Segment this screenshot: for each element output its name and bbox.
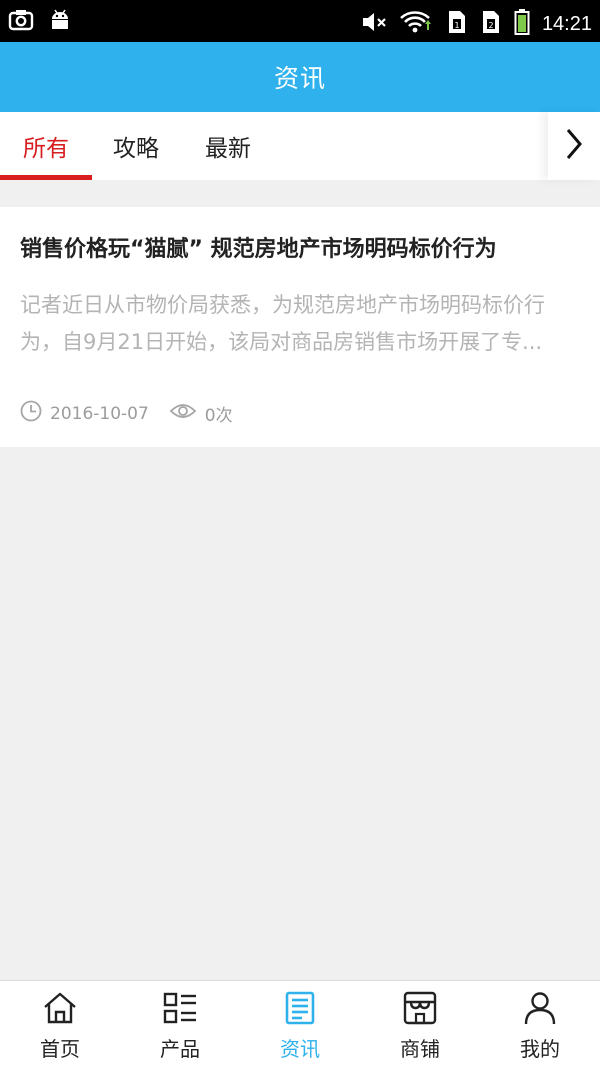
page-title: 资讯: [273, 64, 326, 93]
wifi-icon: [400, 10, 434, 38]
article-meta: 2016-10-07 0次: [20, 400, 233, 427]
news-icon: [282, 991, 318, 1029]
nav-label: 商铺: [400, 1037, 440, 1061]
article-summary: 记者近日从市物价局获悉，为规范房地产市场明码标价行为，自9月21日开始，该局对商…: [20, 293, 545, 354]
category-tabs: 所有 攻略 最新: [0, 112, 600, 180]
mute-icon: [360, 10, 388, 38]
nav-news[interactable]: 资讯: [240, 981, 360, 1067]
tab-latest[interactable]: 最新: [180, 112, 276, 180]
nav-label: 产品: [160, 1037, 200, 1061]
home-icon: [42, 991, 78, 1029]
article-date: 2016-10-07: [50, 403, 149, 424]
more-tabs-button[interactable]: [548, 112, 600, 180]
article-views: 0次: [204, 406, 233, 426]
title-bar: 资讯: [0, 42, 600, 112]
clock-icon: [20, 400, 42, 427]
nav-label: 资讯: [280, 1037, 320, 1061]
user-icon: [522, 991, 558, 1029]
tab-guide[interactable]: 攻略: [92, 112, 180, 180]
status-bar: 1 2 14:21: [0, 0, 600, 42]
list-icon: [162, 991, 198, 1029]
battery-icon: [514, 8, 530, 40]
nav-stores[interactable]: 商铺: [360, 981, 480, 1067]
tab-label: 攻略: [113, 136, 159, 162]
nav-products[interactable]: 产品: [120, 981, 240, 1067]
sim1-icon: 1: [446, 9, 468, 39]
svg-text:2: 2: [488, 21, 493, 30]
android-icon: [48, 8, 72, 36]
nav-profile[interactable]: 我的: [480, 981, 600, 1067]
store-icon: [402, 991, 438, 1029]
active-tab-indicator: [0, 175, 92, 180]
bottom-nav: 首页 产品 资讯 商铺 我的: [0, 980, 600, 1067]
nav-home[interactable]: 首页: [0, 981, 120, 1067]
eye-icon: [169, 401, 197, 426]
nav-label: 我的: [520, 1037, 560, 1061]
tab-label: 所有: [23, 136, 69, 162]
article-title: 销售价格玩“猫腻” 规范房地产市场明码标价行为: [20, 237, 497, 262]
screenshot-icon: [8, 8, 34, 36]
article-item[interactable]: 销售价格玩“猫腻” 规范房地产市场明码标价行为 记者近日从市物价局获悉，为规范房…: [0, 207, 600, 447]
chevron-right-icon: [563, 127, 585, 165]
sim2-icon: 2: [480, 9, 502, 39]
tab-label: 最新: [205, 136, 251, 162]
nav-label: 首页: [40, 1037, 80, 1061]
svg-text:1: 1: [454, 21, 459, 30]
tab-all[interactable]: 所有: [0, 112, 92, 180]
status-time: 14:21: [541, 13, 592, 35]
